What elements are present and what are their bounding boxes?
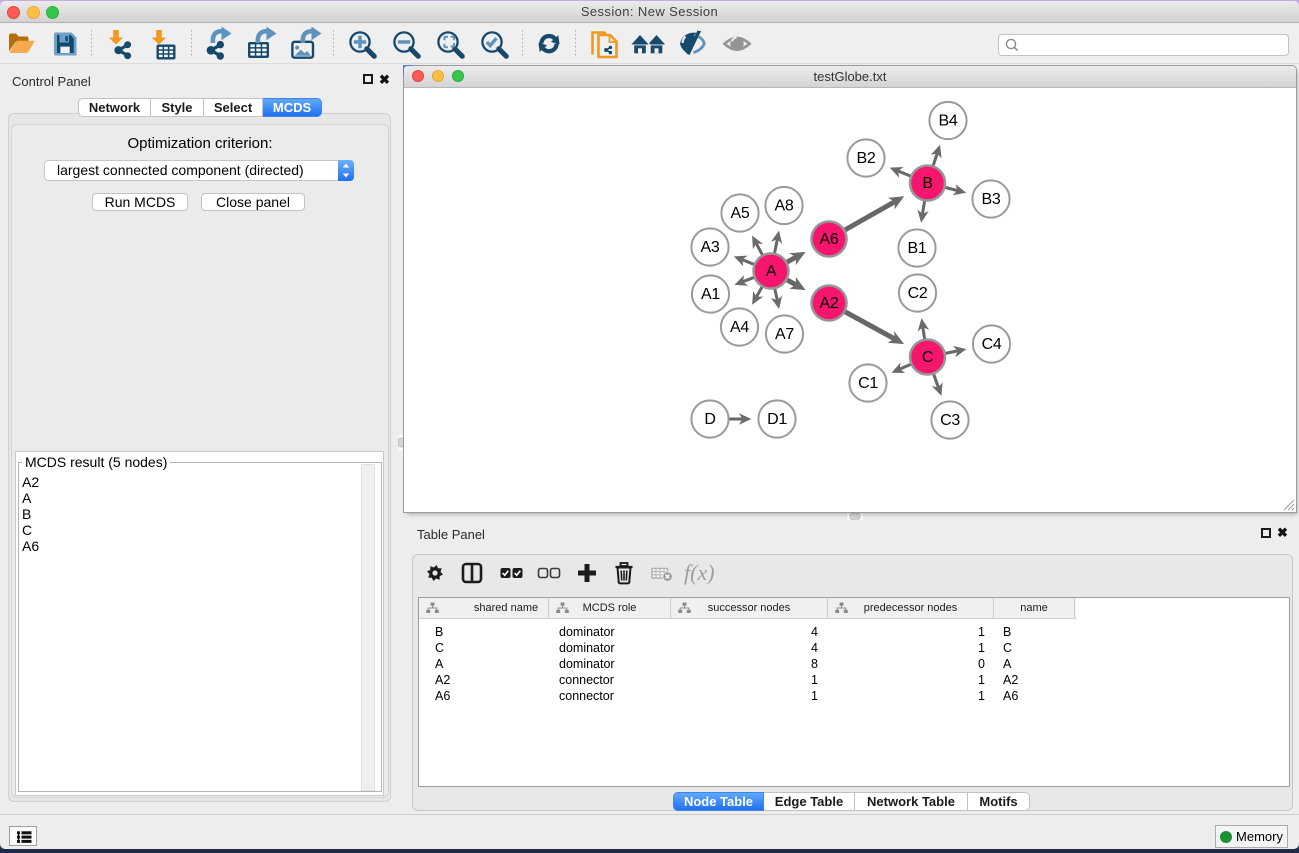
svg-text:A1: A1: [701, 286, 720, 303]
svg-text:A5: A5: [731, 205, 750, 222]
svg-text:B3: B3: [982, 191, 1001, 208]
svg-text:A3: A3: [701, 239, 720, 256]
svg-text:A7: A7: [775, 326, 794, 343]
svg-text:C: C: [922, 349, 933, 366]
svg-text:A8: A8: [775, 198, 794, 215]
svg-text:A: A: [766, 263, 777, 280]
svg-text:B2: B2: [857, 150, 876, 167]
svg-text:B4: B4: [939, 113, 958, 130]
svg-text:A2: A2: [820, 295, 839, 312]
svg-text:C2: C2: [908, 285, 928, 302]
svg-text:D1: D1: [767, 411, 787, 428]
svg-text:f(x): f(x): [684, 560, 715, 585]
svg-text:B: B: [922, 175, 932, 192]
svg-text:D: D: [704, 411, 715, 428]
svg-text:C4: C4: [982, 336, 1002, 353]
svg-text:C1: C1: [858, 375, 878, 392]
svg-text:A6: A6: [820, 231, 839, 248]
svg-text:B1: B1: [908, 240, 927, 257]
svg-text:A4: A4: [730, 319, 749, 336]
svg-text:C3: C3: [940, 412, 960, 429]
